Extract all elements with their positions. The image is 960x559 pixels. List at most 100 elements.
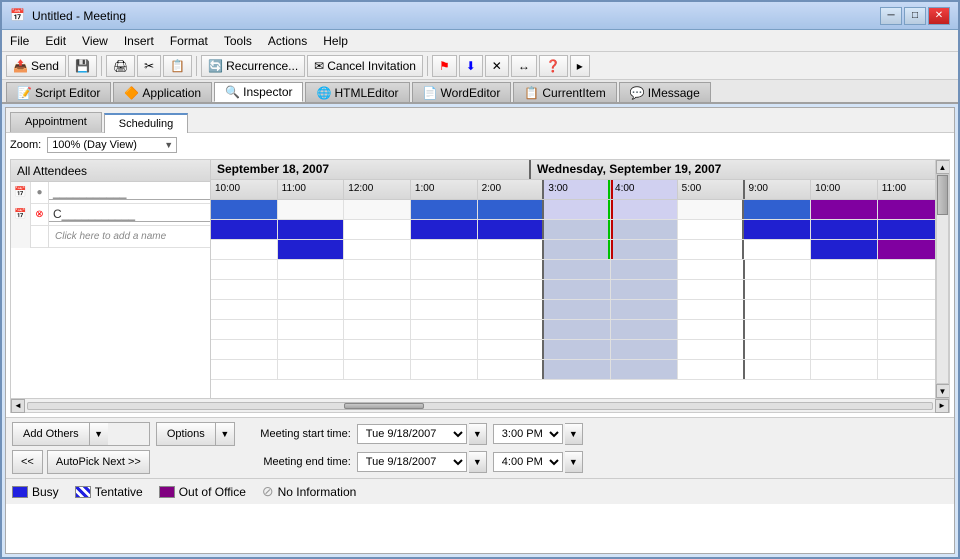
scroll-right-button[interactable]: ► (935, 399, 949, 413)
scroll-left-button[interactable]: ◄ (11, 399, 25, 413)
end-date-select[interactable]: Tue 9/18/2007 (357, 452, 467, 472)
add-others-arrow[interactable]: ▼ (90, 423, 108, 445)
minimize-button[interactable]: ─ (880, 7, 902, 25)
more-button[interactable]: ▸ (570, 55, 590, 77)
copy-button[interactable]: 📋 (163, 55, 192, 77)
attendees-panel: All Attendees 📅 ● ___________ 📅 (11, 160, 211, 398)
end-time-dropdown[interactable]: ▼ (565, 451, 583, 473)
maximize-button[interactable]: □ (904, 7, 926, 25)
gcell-2-9 (744, 240, 811, 259)
flag-red-button[interactable]: ⚑ (432, 55, 457, 77)
menu-file[interactable]: File (2, 30, 37, 51)
vertical-scrollbar[interactable]: ▲ ▼ (935, 160, 949, 398)
recurrence-button[interactable]: 🔄 Recurrence... (201, 55, 305, 77)
menu-insert[interactable]: Insert (116, 30, 162, 51)
attendee-status-1: ● (31, 182, 49, 204)
scroll-h-track[interactable] (27, 402, 933, 410)
add-attendee-row[interactable]: Click here to add a name (11, 226, 210, 248)
flag-blue-button[interactable]: ⬇ (459, 55, 483, 77)
add-name-field[interactable]: Click here to add a name (49, 227, 172, 246)
time-grid[interactable]: September 18, 2007 Wednesday, September … (211, 160, 935, 398)
flag-red-icon: ⚑ (439, 59, 450, 73)
time-1: 1:00 (411, 180, 478, 199)
tab-script-editor[interactable]: 📝 Script Editor (6, 82, 111, 102)
bottom-controls: Add Others ▼ << AutoPick Next >> Options… (6, 417, 954, 478)
horizontal-scrollbar[interactable]: ◄ ► (10, 399, 950, 413)
tab-current-item[interactable]: 📋 CurrentItem (513, 82, 616, 102)
tab-word-editor[interactable]: 📄 WordEditor (412, 82, 512, 102)
prev-button[interactable]: << (12, 450, 43, 474)
add-icon (11, 226, 31, 248)
menu-edit[interactable]: Edit (37, 30, 74, 51)
tab-imessage[interactable]: 💬 IMessage (619, 82, 711, 102)
add-others-button[interactable]: Add Others ▼ (12, 422, 150, 446)
tab-scheduling[interactable]: Scheduling (104, 113, 188, 133)
zoom-select[interactable]: 100% (Day View) (47, 137, 177, 153)
start-time-select[interactable]: 3:00 PM (493, 424, 563, 444)
start-date-select[interactable]: Tue 9/18/2007 (357, 424, 467, 444)
menu-tools[interactable]: Tools (216, 30, 260, 51)
end-time-wrap: 4:00 PM ▼ (493, 451, 583, 473)
scroll-h-thumb[interactable] (344, 403, 424, 409)
time-2: 2:00 (478, 180, 545, 199)
more-icon: ▸ (577, 59, 583, 73)
start-time-wrap: 3:00 PM ▼ (493, 423, 583, 445)
tentative-swatch (75, 486, 91, 498)
add-others-label[interactable]: Add Others (13, 423, 90, 445)
grid-row-8 (211, 360, 935, 380)
options-arrow[interactable]: ▼ (216, 423, 234, 445)
start-time-dropdown[interactable]: ▼ (565, 423, 583, 445)
scroll-down-button[interactable]: ▼ (936, 384, 950, 398)
attendee-status-2: ⊗ (31, 204, 49, 226)
scroll-up-button[interactable]: ▲ (936, 160, 950, 174)
close-button[interactable]: ✕ (928, 7, 950, 25)
save-button[interactable]: 💾 (68, 55, 97, 77)
tentative-label: Tentative (95, 485, 143, 499)
scroll-thumb[interactable] (937, 175, 948, 215)
menu-actions[interactable]: Actions (260, 30, 315, 51)
legend-row: Busy Tentative Out of Office ⊘ No Inform… (6, 478, 954, 504)
send-button[interactable]: 📤 Send (6, 55, 66, 77)
grid-content: September 18, 2007 Wednesday, September … (211, 160, 935, 380)
time-10b: 10:00 (811, 180, 878, 199)
tab-appointment[interactable]: Appointment (10, 112, 102, 132)
menu-view[interactable]: View (74, 30, 116, 51)
html-icon: 🌐 (316, 86, 331, 100)
scroll-track[interactable] (936, 174, 949, 384)
end-date-dropdown[interactable]: ▼ (469, 451, 487, 473)
menu-format[interactable]: Format (162, 30, 216, 51)
tab-application[interactable]: 🔶 Application (113, 82, 212, 102)
options-button[interactable]: Options ▼ (156, 422, 235, 446)
busy-label: Busy (32, 485, 59, 499)
print-button[interactable]: 🖨 (106, 55, 135, 77)
delete-button[interactable]: ✕ (485, 55, 509, 77)
auto-pick-button[interactable]: AutoPick Next >> (47, 450, 150, 474)
time-11b: 11:00 (878, 180, 935, 199)
move-button[interactable]: ↔ (511, 55, 537, 77)
gcell-2-10b (811, 240, 878, 259)
gcell-1-11 (278, 220, 345, 239)
start-date-dropdown[interactable]: ▼ (469, 423, 487, 445)
end-indicator (611, 180, 613, 199)
toolbar: 📤 Send 💾 🖨 ✂ 📋 🔄 Recurrence... ✉ Cancel … (2, 52, 958, 80)
cell-all-1 (411, 200, 478, 219)
help-button[interactable]: ❓ (539, 55, 568, 77)
attendee-name-1[interactable]: ___________ (49, 185, 210, 200)
titlebar-buttons: ─ □ ✕ (880, 7, 950, 25)
tab-html-editor[interactable]: 🌐 HTMLEditor (305, 82, 409, 102)
menu-help[interactable]: Help (315, 30, 356, 51)
tab-inspector[interactable]: 🔍 Inspector (214, 82, 303, 102)
gcell-2-11 (278, 240, 345, 259)
end-time-select[interactable]: 4:00 PM (493, 452, 563, 472)
time-4: 4:00 (611, 180, 678, 199)
cut-button[interactable]: ✂ (137, 55, 161, 77)
gcell-1-12 (344, 220, 411, 239)
meeting-time-area: Meeting start time: Tue 9/18/2007 ▼ 3:00… (241, 423, 948, 473)
cell-all-11 (278, 200, 345, 219)
grid-row-5 (211, 300, 935, 320)
word-icon: 📄 (423, 86, 438, 100)
attendee-name-2[interactable]: C___________ (49, 207, 210, 222)
cell-all-2 (478, 200, 545, 219)
options-label[interactable]: Options (157, 423, 216, 445)
cancel-invite-button[interactable]: ✉ Cancel Invitation (307, 55, 423, 77)
